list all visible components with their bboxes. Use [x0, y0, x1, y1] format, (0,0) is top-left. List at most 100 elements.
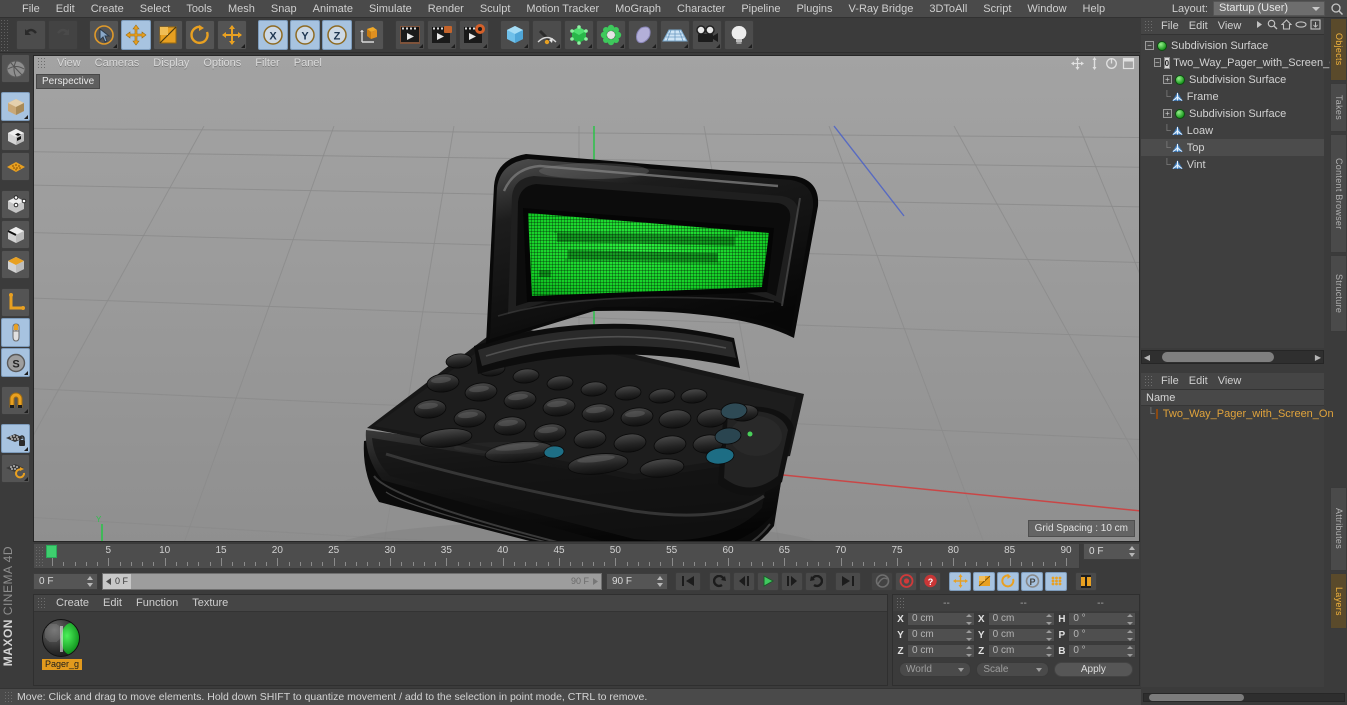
- rotate-view-icon[interactable]: [1105, 57, 1118, 73]
- dock-tab-attributes[interactable]: Attributes: [1330, 487, 1347, 571]
- spinner-icon[interactable]: [87, 575, 94, 587]
- object-tree-item[interactable]: −0 Two_Way_Pager_with_Screen_On: [1141, 54, 1344, 71]
- viewport-menu-display[interactable]: Display: [146, 56, 196, 71]
- material-menu-create[interactable]: Create: [49, 595, 96, 612]
- toolbar-grip[interactable]: [0, 18, 10, 52]
- material-manager-grip[interactable]: [37, 596, 46, 610]
- play-backwards-loop-icon[interactable]: [709, 571, 731, 591]
- menu-item-snap[interactable]: Snap: [263, 0, 305, 18]
- collapse-expander-icon[interactable]: −: [1145, 41, 1154, 50]
- render-view-icon[interactable]: [395, 20, 425, 50]
- spinner-icon[interactable]: [1127, 630, 1134, 641]
- material-menu-texture[interactable]: Texture: [185, 595, 235, 612]
- object-tree-item[interactable]: └ Vint: [1141, 156, 1324, 173]
- object-tree[interactable]: − Subdivision Surface −0 Two_Way_Pager_with…: [1141, 35, 1344, 348]
- menu-item-help[interactable]: Help: [1075, 0, 1114, 18]
- spinner-icon[interactable]: [965, 630, 972, 641]
- scale-tool-icon[interactable]: [153, 20, 183, 50]
- enable-axis-icon[interactable]: [1, 318, 30, 347]
- spinner-icon[interactable]: [1129, 546, 1136, 557]
- menu-item-motion-tracker[interactable]: Motion Tracker: [518, 0, 607, 18]
- menu-item-pipeline[interactable]: Pipeline: [733, 0, 788, 18]
- menu-item-simulate[interactable]: Simulate: [361, 0, 420, 18]
- step-forward-icon[interactable]: [781, 571, 803, 591]
- dock-tab-objects[interactable]: Objects: [1330, 18, 1347, 81]
- object-tree-item[interactable]: + Subdivision Surface: [1141, 105, 1324, 122]
- loop-icon[interactable]: [805, 571, 827, 591]
- timeline-toggle-icon[interactable]: [1075, 571, 1097, 591]
- light-icon[interactable]: [724, 20, 754, 50]
- timeline-ruler[interactable]: 051015202530354045505560657075808590: [33, 543, 1080, 569]
- menu-item-character[interactable]: Character: [669, 0, 733, 18]
- layer-menu-file[interactable]: File: [1156, 373, 1184, 390]
- timeline-range-bar[interactable]: 0 F 90 F: [102, 572, 602, 590]
- render-region-icon[interactable]: [427, 20, 457, 50]
- world-object-coordinates-icon[interactable]: [354, 20, 384, 50]
- spinner-icon[interactable]: [965, 614, 972, 625]
- scroll-left-icon[interactable]: ◀: [1142, 353, 1152, 362]
- soft-selection-icon[interactable]: S: [1, 348, 30, 377]
- spinner-icon[interactable]: [965, 646, 972, 657]
- magnet-snap-icon[interactable]: [1, 386, 30, 415]
- material-menu-function[interactable]: Function: [129, 595, 185, 612]
- scroll-right-icon[interactable]: ▶: [1313, 353, 1323, 362]
- menu-item-create[interactable]: Create: [83, 0, 132, 18]
- range-end-cap[interactable]: 90 F: [567, 573, 601, 589]
- workplane-modify-icon[interactable]: [1, 454, 30, 483]
- move-tool-icon[interactable]: [121, 20, 151, 50]
- object-menu-view[interactable]: View: [1213, 18, 1247, 35]
- menu-item-3dtoall[interactable]: 3DToAll: [921, 0, 975, 18]
- search-icon[interactable]: [1267, 19, 1278, 33]
- size-field[interactable]: 0 cm: [987, 628, 1056, 642]
- points-mode-icon[interactable]: [1, 190, 30, 219]
- object-tree-item[interactable]: └ Frame: [1141, 88, 1324, 105]
- spinner-icon[interactable]: [1046, 630, 1053, 641]
- menu-item-file[interactable]: File: [14, 0, 48, 18]
- model-mode-icon[interactable]: [1, 122, 30, 151]
- rotation-key-icon[interactable]: [997, 571, 1019, 591]
- home-icon[interactable]: [1280, 19, 1293, 33]
- move-axis-icon[interactable]: [217, 20, 247, 50]
- coordinate-mode-select[interactable]: Scale: [976, 662, 1049, 677]
- current-frame-field[interactable]: 0 F: [1083, 543, 1140, 560]
- size-field[interactable]: 0 cm: [987, 612, 1056, 626]
- layer-menu-view[interactable]: View: [1213, 373, 1247, 390]
- object-manager-grip[interactable]: [1144, 19, 1153, 33]
- undo-icon[interactable]: [16, 20, 46, 50]
- texture-mode-icon[interactable]: [1, 152, 30, 181]
- layout-icon[interactable]: [1310, 19, 1321, 33]
- object-manager-hscroll[interactable]: ◀ ▶: [1141, 350, 1324, 364]
- viewport-menu-view[interactable]: View: [50, 56, 88, 71]
- workplane-lock-icon[interactable]: [1, 424, 30, 453]
- menu-item-render[interactable]: Render: [420, 0, 472, 18]
- layout-select[interactable]: Startup (User): [1213, 1, 1325, 16]
- camera-icon[interactable]: [692, 20, 722, 50]
- object-tree-item[interactable]: − Subdivision Surface: [1141, 37, 1324, 54]
- menu-item-edit[interactable]: Edit: [48, 0, 83, 18]
- layer-color-swatch[interactable]: [1155, 409, 1158, 419]
- menu-item-animate[interactable]: Animate: [305, 0, 361, 18]
- spline-pen-icon[interactable]: [532, 20, 562, 50]
- object-tree-item[interactable]: └ Top: [1141, 139, 1324, 156]
- axis-modify-icon[interactable]: [1, 288, 30, 317]
- menu-item-plugins[interactable]: Plugins: [788, 0, 840, 18]
- expand-expander-icon[interactable]: +: [1163, 109, 1172, 118]
- viewport-menu-cameras[interactable]: Cameras: [88, 56, 147, 71]
- scroll-thumb[interactable]: [1162, 352, 1274, 362]
- link-icon[interactable]: [1295, 19, 1307, 33]
- generator-nurbs-icon[interactable]: [564, 20, 594, 50]
- chevron-right-icon[interactable]: [1255, 19, 1264, 33]
- go-to-end-icon[interactable]: [835, 571, 861, 591]
- x-axis-lock-icon[interactable]: X: [258, 20, 288, 50]
- bottom-horizontal-scrollbar[interactable]: [1141, 690, 1347, 705]
- object-tree-item[interactable]: + Subdivision Surface: [1141, 71, 1324, 88]
- rotation-field[interactable]: 0 °: [1068, 628, 1137, 642]
- timeline-start-field[interactable]: 0 F: [33, 572, 98, 590]
- viewport-menu-filter[interactable]: Filter: [248, 56, 286, 71]
- y-axis-lock-icon[interactable]: Y: [290, 20, 320, 50]
- coordinate-system-select[interactable]: World: [899, 662, 972, 677]
- position-field[interactable]: 0 cm: [907, 612, 975, 626]
- menu-item-script[interactable]: Script: [975, 0, 1019, 18]
- scroll-thumb[interactable]: [1149, 694, 1244, 701]
- layer-tag-icon[interactable]: 0: [1163, 56, 1171, 69]
